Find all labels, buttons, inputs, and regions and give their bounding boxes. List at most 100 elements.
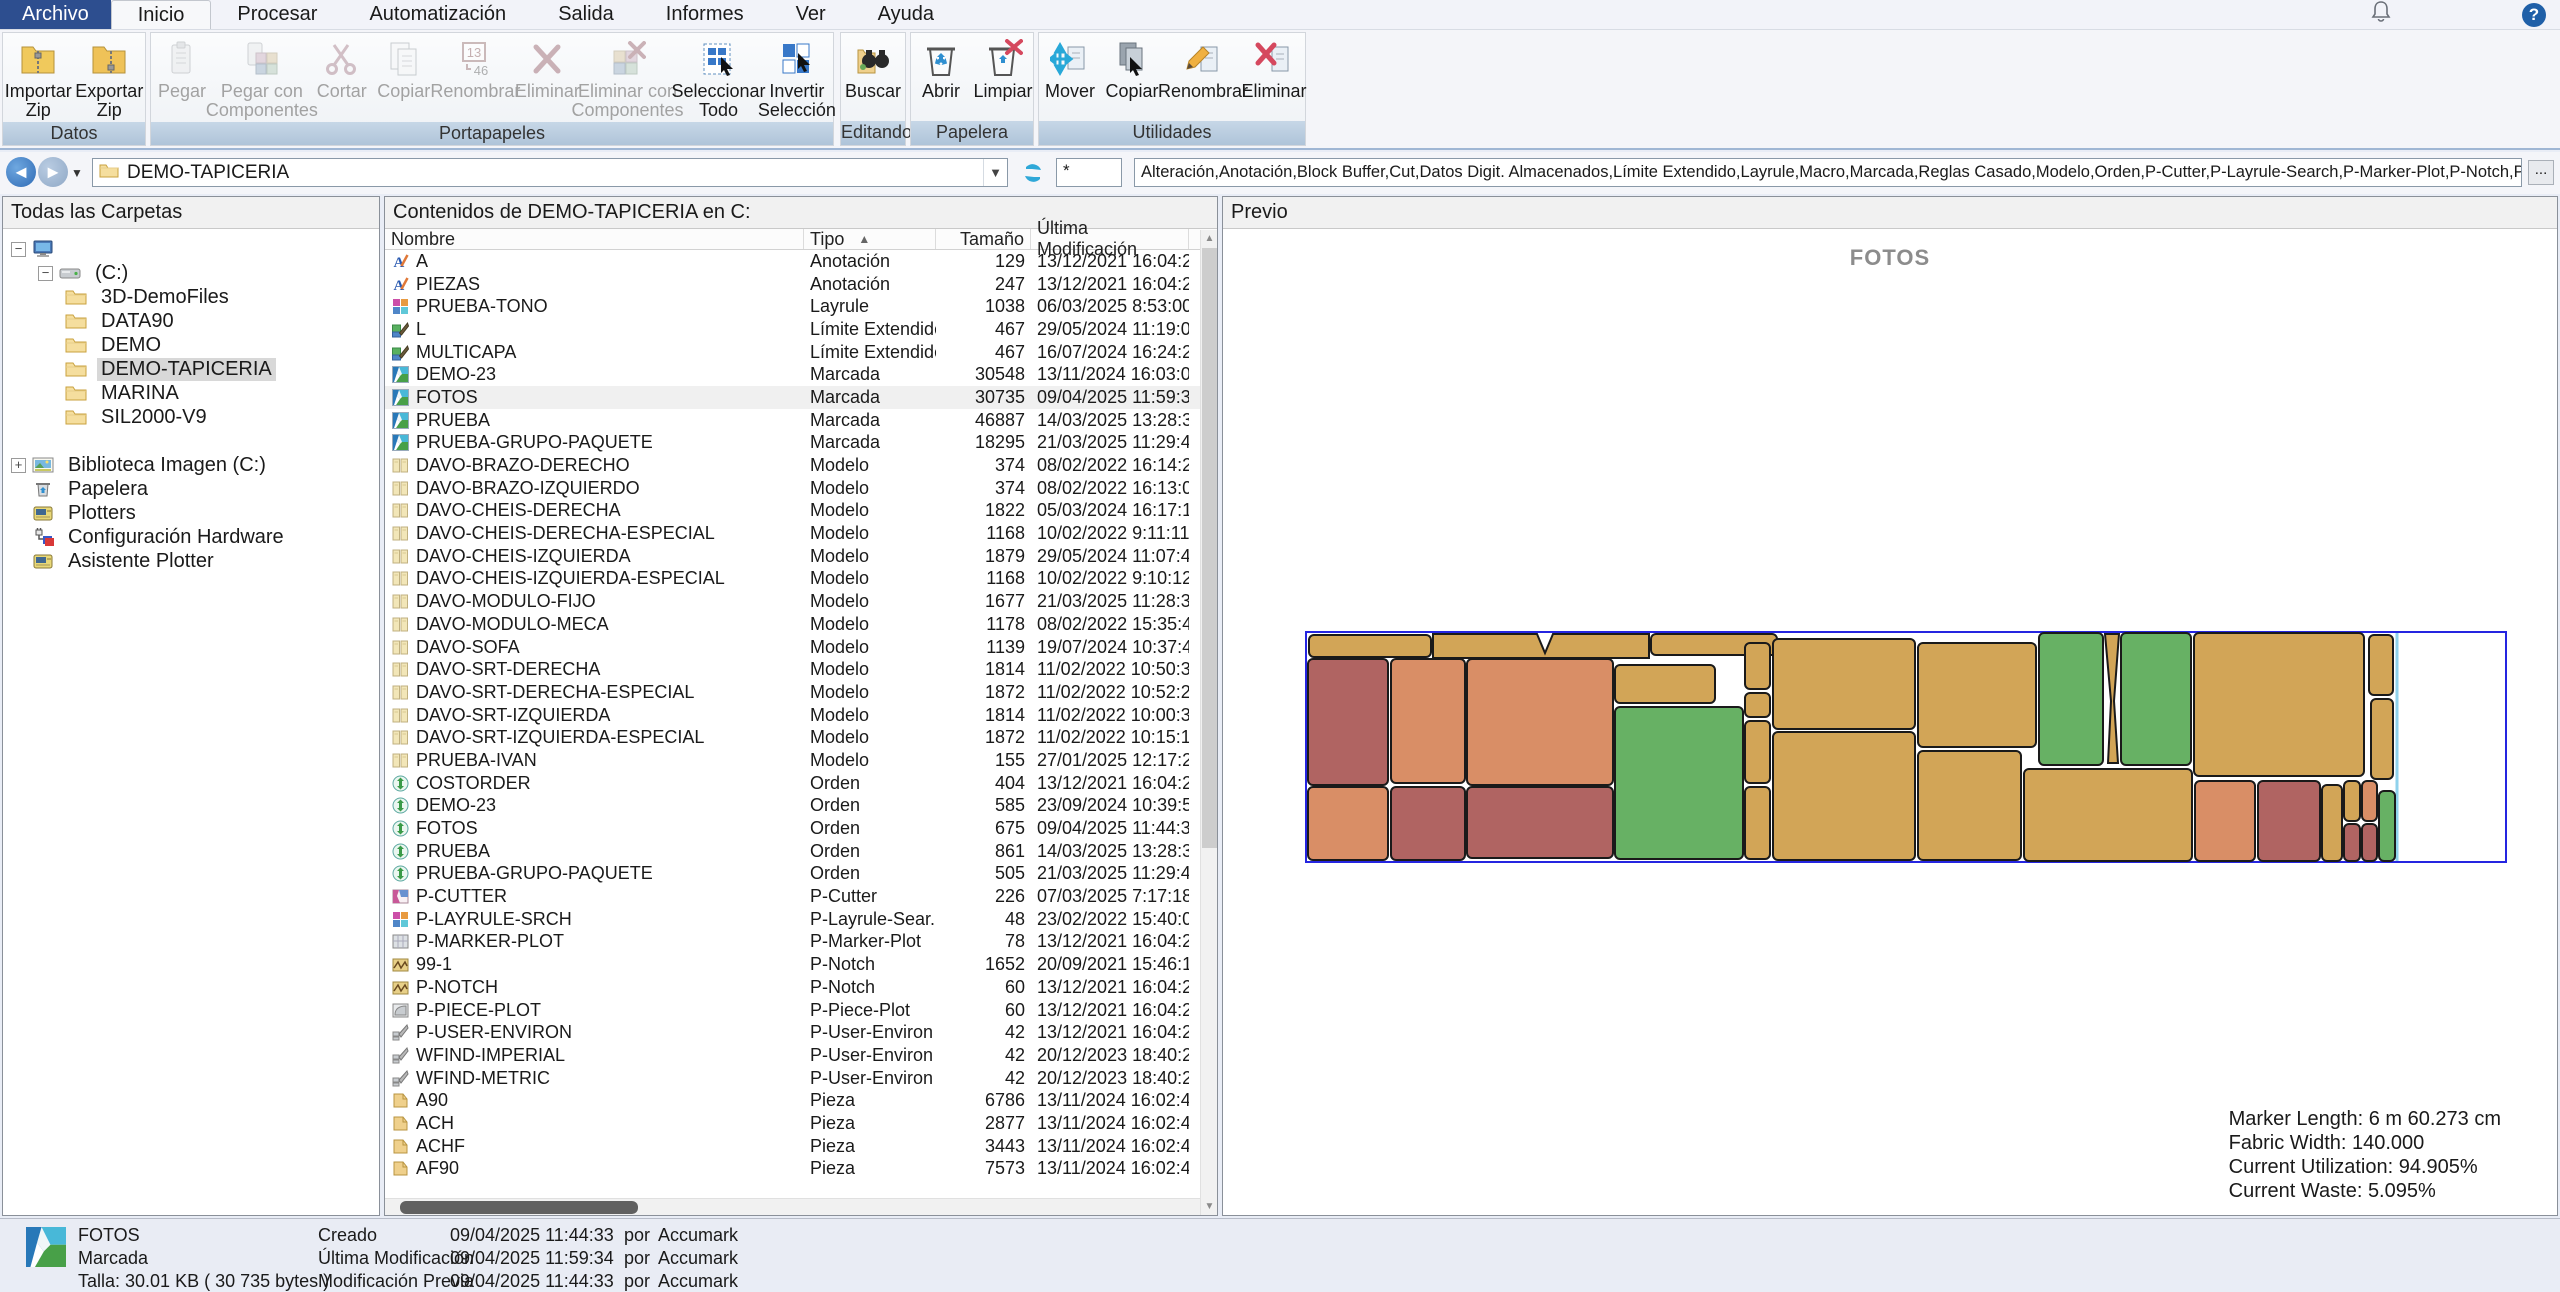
horizontal-scrollbar[interactable] bbox=[385, 1198, 1201, 1215]
ribbon-button-select-all[interactable]: Seleccionar Todo bbox=[676, 37, 760, 122]
ribbon-button-trash-open[interactable]: Abrir bbox=[910, 37, 972, 103]
tree-item-demo[interactable]: DEMO bbox=[3, 333, 379, 357]
column-header-nombre[interactable]: Nombre bbox=[385, 229, 804, 249]
file-row-prueba-grupo-paquete[interactable]: PRUEBA-GRUPO-PAQUETEMarcada1829521/03/20… bbox=[385, 432, 1217, 455]
ribbon-button-rename-calendar[interactable]: 1346Renombrar bbox=[435, 37, 516, 103]
tree-item-plotters[interactable]: Plotters bbox=[3, 501, 379, 525]
tree-item-3d-demofiles[interactable]: 3D-DemoFiles bbox=[3, 285, 379, 309]
help-icon[interactable]: ? bbox=[2522, 3, 2546, 27]
file-row-a90[interactable]: A90Pieza678613/11/2024 16:02:42 bbox=[385, 1089, 1217, 1112]
file-row-davo-srt-derecha-especial[interactable]: DAVO-SRT-DERECHA-ESPECIALModelo187211/02… bbox=[385, 681, 1217, 704]
tree-item-biblioteca-imagen-c-[interactable]: +Biblioteca Imagen (C:) bbox=[3, 453, 379, 477]
menu-ver[interactable]: Ver bbox=[770, 0, 852, 29]
file-row-davo-modulo-fijo[interactable]: DAVO-MODULO-FIJOModelo167721/03/2025 11:… bbox=[385, 590, 1217, 613]
column-header--ltima-modificaci-n[interactable]: Última Modificación bbox=[1031, 229, 1189, 249]
file-row-achf[interactable]: ACHFPieza344313/11/2024 16:02:42 bbox=[385, 1135, 1217, 1158]
scroll-down-icon[interactable]: ▼ bbox=[1201, 1198, 1218, 1215]
menu-automatizacion[interactable]: Automatización bbox=[343, 0, 532, 29]
tree-item-configuraci-n-hardware[interactable]: Configuración Hardware bbox=[3, 525, 379, 549]
history-dropdown-icon[interactable]: ▼ bbox=[66, 160, 88, 185]
file-row-p-marker-plot[interactable]: P-MARKER-PLOTP-Marker-Plot7813/12/2021 1… bbox=[385, 931, 1217, 954]
file-row-prueba-ivan[interactable]: PRUEBA-IVANModelo15527/01/2025 12:17:26 bbox=[385, 749, 1217, 772]
vertical-scrollbar[interactable]: ▲ ▼ bbox=[1200, 230, 1217, 1215]
file-row-prueba-grupo-paquete[interactable]: PRUEBA-GRUPO-PAQUETEOrden50521/03/2025 1… bbox=[385, 863, 1217, 886]
bell-icon[interactable] bbox=[2370, 0, 2392, 29]
file-row-multicapa[interactable]: MULTICAPALímite Extendido46716/07/2024 1… bbox=[385, 341, 1217, 364]
file-row-davo-modulo-meca[interactable]: DAVO-MODULO-MECAModelo117808/02/2022 15:… bbox=[385, 613, 1217, 636]
ribbon-button-delete-x[interactable]: Eliminar bbox=[516, 37, 579, 103]
file-row-davo-brazo-derecho[interactable]: DAVO-BRAZO-DERECHOModelo37408/02/2022 16… bbox=[385, 454, 1217, 477]
file-row-demo-23[interactable]: DEMO-23Orden58523/09/2024 10:39:56 bbox=[385, 795, 1217, 818]
file-row-ach[interactable]: ACHPieza287713/11/2024 16:02:42 bbox=[385, 1112, 1217, 1135]
file-row-wfind-metric[interactable]: WFIND-METRICP-User-Environ4220/12/2023 1… bbox=[385, 1067, 1217, 1090]
column-header-tama-o[interactable]: Tamaño bbox=[936, 229, 1031, 249]
ribbon-button-copy[interactable]: Copiar bbox=[373, 37, 435, 103]
collapse-icon[interactable]: − bbox=[11, 242, 26, 257]
back-button[interactable]: ◄ bbox=[6, 157, 36, 187]
file-row-costorder[interactable]: COSTORDEROrden40413/12/2021 16:04:26 bbox=[385, 772, 1217, 795]
file-row-davo-sofa[interactable]: DAVO-SOFAModelo113919/07/2024 10:37:40 bbox=[385, 636, 1217, 659]
file-row-p-layrule-srch[interactable]: P-LAYRULE-SRCHP-Layrule-Sear...4823/02/2… bbox=[385, 908, 1217, 931]
ribbon-button-search-binoculars[interactable]: Buscar bbox=[841, 37, 905, 103]
menu-procesar[interactable]: Procesar bbox=[211, 0, 343, 29]
ribbon-button-zip-import[interactable]: Importar Zip bbox=[3, 37, 74, 122]
file-row-prueba-tono[interactable]: PRUEBA-TONOLayrule103806/03/2025 8:53:00 bbox=[385, 295, 1217, 318]
file-row-wfind-imperial[interactable]: WFIND-IMPERIALP-User-Environ4220/12/2023… bbox=[385, 1044, 1217, 1067]
tree-item-marina[interactable]: MARINA bbox=[3, 381, 379, 405]
file-row-af90[interactable]: AF90Pieza757313/11/2024 16:02:42 bbox=[385, 1158, 1217, 1181]
file-row-p-notch[interactable]: P-NOTCHP-Notch6013/12/2021 16:04:26 bbox=[385, 976, 1217, 999]
file-row-demo-23[interactable]: DEMO-23Marcada3054813/11/2024 16:03:00 bbox=[385, 363, 1217, 386]
tree-item--c-[interactable]: −(C:) bbox=[3, 261, 379, 285]
tree-item-asistente-plotter[interactable]: Asistente Plotter bbox=[3, 549, 379, 573]
file-row-fotos[interactable]: FOTOSMarcada3073509/04/2025 11:59:34 bbox=[385, 386, 1217, 409]
scroll-up-icon[interactable]: ▲ bbox=[1201, 230, 1218, 247]
file-row-davo-srt-izquierda-especial[interactable]: DAVO-SRT-IZQUIERDA-ESPECIALModelo187211/… bbox=[385, 726, 1217, 749]
file-row-p-user-environ[interactable]: P-USER-ENVIRONP-User-Environ4213/12/2021… bbox=[385, 1021, 1217, 1044]
column-header-tipo[interactable]: Tipo ▲ bbox=[804, 229, 936, 249]
menu-archivo[interactable]: Archivo bbox=[0, 0, 111, 29]
menu-informes[interactable]: Informes bbox=[640, 0, 770, 29]
vertical-scrollbar-thumb[interactable] bbox=[1202, 248, 1217, 848]
search-input[interactable]: * bbox=[1056, 158, 1122, 187]
forward-button[interactable]: ► bbox=[38, 157, 68, 187]
file-row-l[interactable]: LLímite Extendido46729/05/2024 11:19:04 bbox=[385, 318, 1217, 341]
menu-ayuda[interactable]: Ayuda bbox=[852, 0, 960, 29]
refresh-button[interactable] bbox=[1016, 158, 1050, 187]
ribbon-button-copy-cursor[interactable]: Copiar bbox=[1101, 37, 1163, 103]
file-row-davo-brazo-izquierdo[interactable]: DAVO-BRAZO-IZQUIERDOModelo37408/02/2022 … bbox=[385, 477, 1217, 500]
file-row-99-1[interactable]: 99-1P-Notch165220/09/2021 15:46:17 bbox=[385, 953, 1217, 976]
tree-item-sil2000-v9[interactable]: SIL2000-V9 bbox=[3, 405, 379, 429]
ribbon-button-invert-selection[interactable]: Invertir Selección bbox=[761, 37, 833, 122]
expand-icon[interactable]: + bbox=[11, 458, 26, 473]
file-row-piezas[interactable]: APIEZASAnotación24713/12/2021 16:04:26 bbox=[385, 273, 1217, 296]
tree-item-computer[interactable]: − bbox=[3, 237, 379, 261]
ribbon-button-paste[interactable]: Pegar bbox=[151, 37, 213, 103]
tree-item-demo-tapiceria[interactable]: DEMO-TAPICERIA bbox=[3, 357, 379, 381]
menu-salida[interactable]: Salida bbox=[532, 0, 640, 29]
file-row-p-piece-plot[interactable]: P-PIECE-PLOTP-Piece-Plot6013/12/2021 16:… bbox=[385, 999, 1217, 1022]
file-row-davo-cheis-izquierda-especial[interactable]: DAVO-CHEIS-IZQUIERDA-ESPECIALModelo11681… bbox=[385, 568, 1217, 591]
filter-more-button[interactable]: ... bbox=[2528, 160, 2554, 185]
type-filter-input[interactable]: Alteración,Anotación,Block Buffer,Cut,Da… bbox=[1134, 158, 2522, 187]
file-row-a[interactable]: AAAnotación12913/12/2021 16:04:26 bbox=[385, 250, 1217, 273]
path-dropdown-icon[interactable]: ▼ bbox=[983, 159, 1007, 186]
ribbon-button-paste-components[interactable]: Pegar con Componentes bbox=[213, 37, 311, 122]
tree-item-data90[interactable]: DATA90 bbox=[3, 309, 379, 333]
file-row-prueba[interactable]: PRUEBAOrden86114/03/2025 13:28:34 bbox=[385, 840, 1217, 863]
ribbon-button-cut[interactable]: Cortar bbox=[311, 37, 373, 103]
ribbon-button-trash-clear[interactable]: Limpiar bbox=[972, 37, 1034, 103]
path-combobox[interactable]: DEMO-TAPICERIA ▼ bbox=[92, 158, 1008, 187]
menu-inicio[interactable]: Inicio bbox=[111, 0, 212, 29]
file-row-davo-srt-izquierda[interactable]: DAVO-SRT-IZQUIERDAModelo181411/02/2022 1… bbox=[385, 704, 1217, 727]
file-row-fotos[interactable]: FOTOSOrden67509/04/2025 11:44:33 bbox=[385, 817, 1217, 840]
tree-item-papelera[interactable]: Papelera bbox=[3, 477, 379, 501]
file-row-p-cutter[interactable]: P-CUTTERP-Cutter22607/03/2025 7:17:18 bbox=[385, 885, 1217, 908]
file-row-prueba[interactable]: PRUEBAMarcada4688714/03/2025 13:28:35 bbox=[385, 409, 1217, 432]
ribbon-button-move[interactable]: Mover bbox=[1039, 37, 1101, 103]
horizontal-scrollbar-thumb[interactable] bbox=[400, 1201, 638, 1214]
ribbon-button-zip-export[interactable]: Exportar Zip bbox=[74, 37, 145, 122]
file-row-davo-cheis-derecha-especial[interactable]: DAVO-CHEIS-DERECHA-ESPECIALModelo116810/… bbox=[385, 522, 1217, 545]
ribbon-button-delete-doc[interactable]: Eliminar bbox=[1243, 37, 1305, 103]
file-row-davo-cheis-derecha[interactable]: DAVO-CHEIS-DERECHAModelo182205/03/2024 1… bbox=[385, 500, 1217, 523]
collapse-icon[interactable]: − bbox=[38, 266, 53, 281]
